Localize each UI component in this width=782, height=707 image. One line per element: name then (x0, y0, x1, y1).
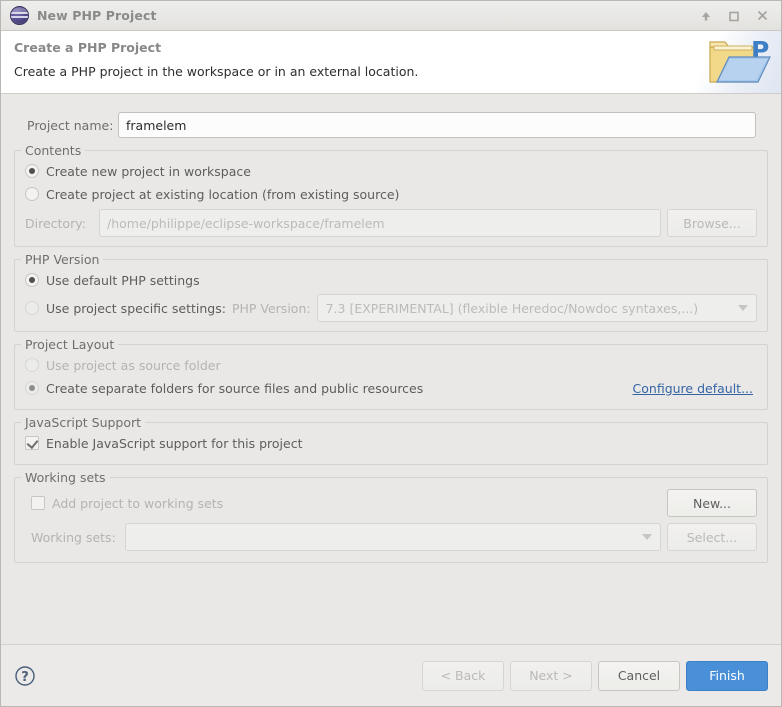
project-name-row: Project name: framelem (14, 112, 768, 138)
working-sets-group: Working sets Add project to working sets… (14, 470, 768, 563)
php-version-legend: PHP Version (21, 252, 104, 267)
dialog-header: P Create a PHP Project Create a PHP proj… (1, 31, 781, 94)
titlebar: New PHP Project (1, 1, 781, 31)
radio-indicator (25, 301, 39, 315)
javascript-support-legend: JavaScript Support (21, 415, 146, 430)
radio-indicator (25, 164, 39, 178)
php-version-dropdown[interactable]: 7.3 [EXPERIMENTAL] (flexible Heredoc/Now… (316, 294, 757, 322)
radio-label: Use project as source folder (46, 357, 221, 373)
back-button[interactable]: < Back (422, 660, 504, 691)
directory-input[interactable]: /home/philippe/eclipse-workspace/framele… (99, 209, 661, 237)
radio-label: Use project specific settings: (46, 300, 226, 316)
help-question-icon[interactable]: ? (14, 665, 36, 687)
checkbox-indicator (31, 496, 45, 510)
radio-label: Create separate folders for source files… (46, 380, 424, 396)
working-sets-legend: Working sets (21, 470, 110, 485)
radio-create-new-project-in-workspace[interactable]: Create new project in workspace (25, 160, 757, 182)
directory-row: Directory: /home/philippe/eclipse-worksp… (25, 209, 757, 237)
radio-create-project-at-existing-location[interactable]: Create project at existing location (fro… (25, 183, 757, 205)
cancel-button[interactable]: Cancel (598, 660, 680, 691)
working-sets-label: Working sets: (31, 529, 116, 545)
php-version-group: PHP Version Use default PHP settings Use… (14, 252, 768, 332)
project-layout-legend: Project Layout (21, 337, 119, 352)
contents-group: Contents Create new project in workspace… (14, 143, 768, 247)
contents-legend: Contents (21, 143, 86, 158)
working-sets-select-row: Working sets: Select... (31, 523, 757, 551)
browse-button[interactable]: Browse... (667, 209, 757, 237)
directory-label: Directory: (25, 215, 86, 231)
radio-create-separate-folders[interactable]: Create separate folders for source files… (25, 381, 423, 396)
select-working-set-button[interactable]: Select... (667, 523, 757, 551)
maximize-icon[interactable] (721, 4, 747, 28)
working-sets-grid: Add project to working sets New... Worki… (25, 486, 757, 553)
checkbox-enable-javascript-support[interactable]: Enable JavaScript support for this proje… (25, 432, 757, 454)
dialog-body: Project name: framelem Contents Create n… (1, 94, 781, 644)
page-description: Create a PHP project in the workspace or… (14, 64, 419, 79)
radio-label: Create project at existing location (fro… (46, 186, 400, 202)
working-sets-dropdown[interactable] (125, 523, 661, 551)
project-layout-separate-folders-row: Create separate folders for source files… (25, 377, 757, 399)
radio-label: Create new project in workspace (46, 163, 251, 179)
project-name-input[interactable]: framelem (118, 112, 756, 138)
radio-label: Use default PHP settings (46, 272, 200, 288)
php-version-value: 7.3 [EXPERIMENTAL] (flexible Heredoc/Now… (325, 300, 699, 316)
dialog-footer: ? < Back Next > Cancel Finish (1, 644, 781, 706)
php-version-label: PHP Version: (231, 300, 311, 316)
next-button[interactable]: Next > (510, 660, 592, 691)
close-icon[interactable] (749, 4, 775, 28)
javascript-support-group: JavaScript Support Enable JavaScript sup… (14, 415, 768, 465)
configure-default-link[interactable]: Configure default... (633, 381, 757, 396)
radio-use-default-php-settings[interactable]: Use default PHP settings (25, 269, 757, 291)
radio-indicator (25, 381, 39, 395)
minimize-icon[interactable] (693, 4, 719, 28)
chevron-down-icon (642, 534, 652, 540)
radio-indicator (25, 273, 39, 287)
finish-button[interactable]: Finish (686, 660, 768, 691)
window-controls (693, 4, 775, 28)
project-layout-group: Project Layout Use project as source fol… (14, 337, 768, 410)
radio-use-project-specific-settings[interactable]: Use project specific settings: (25, 297, 226, 319)
svg-text:?: ? (21, 670, 29, 685)
radio-indicator (25, 358, 39, 372)
chevron-down-icon (738, 305, 748, 311)
checkbox-label: Add project to working sets (52, 495, 224, 511)
radio-use-project-as-source-folder[interactable]: Use project as source folder (25, 354, 757, 376)
php-folder-icon: P (707, 35, 771, 90)
checkbox-add-project-to-working-sets[interactable]: Add project to working sets (31, 496, 661, 511)
checkbox-indicator (25, 436, 39, 450)
new-php-project-dialog: New PHP Project P Create a PHP Project C… (0, 0, 782, 707)
new-working-set-button[interactable]: New... (667, 489, 757, 517)
page-title: Create a PHP Project (14, 40, 162, 55)
radio-indicator (25, 187, 39, 201)
project-name-label: Project name: (27, 117, 114, 133)
working-sets-checkbox-row: Add project to working sets New... (31, 489, 757, 517)
php-elephant-icon (10, 6, 29, 25)
php-version-select-row: Use project specific settings: PHP Versi… (25, 294, 757, 322)
window-title: New PHP Project (37, 8, 157, 23)
checkbox-label: Enable JavaScript support for this proje… (46, 435, 303, 451)
